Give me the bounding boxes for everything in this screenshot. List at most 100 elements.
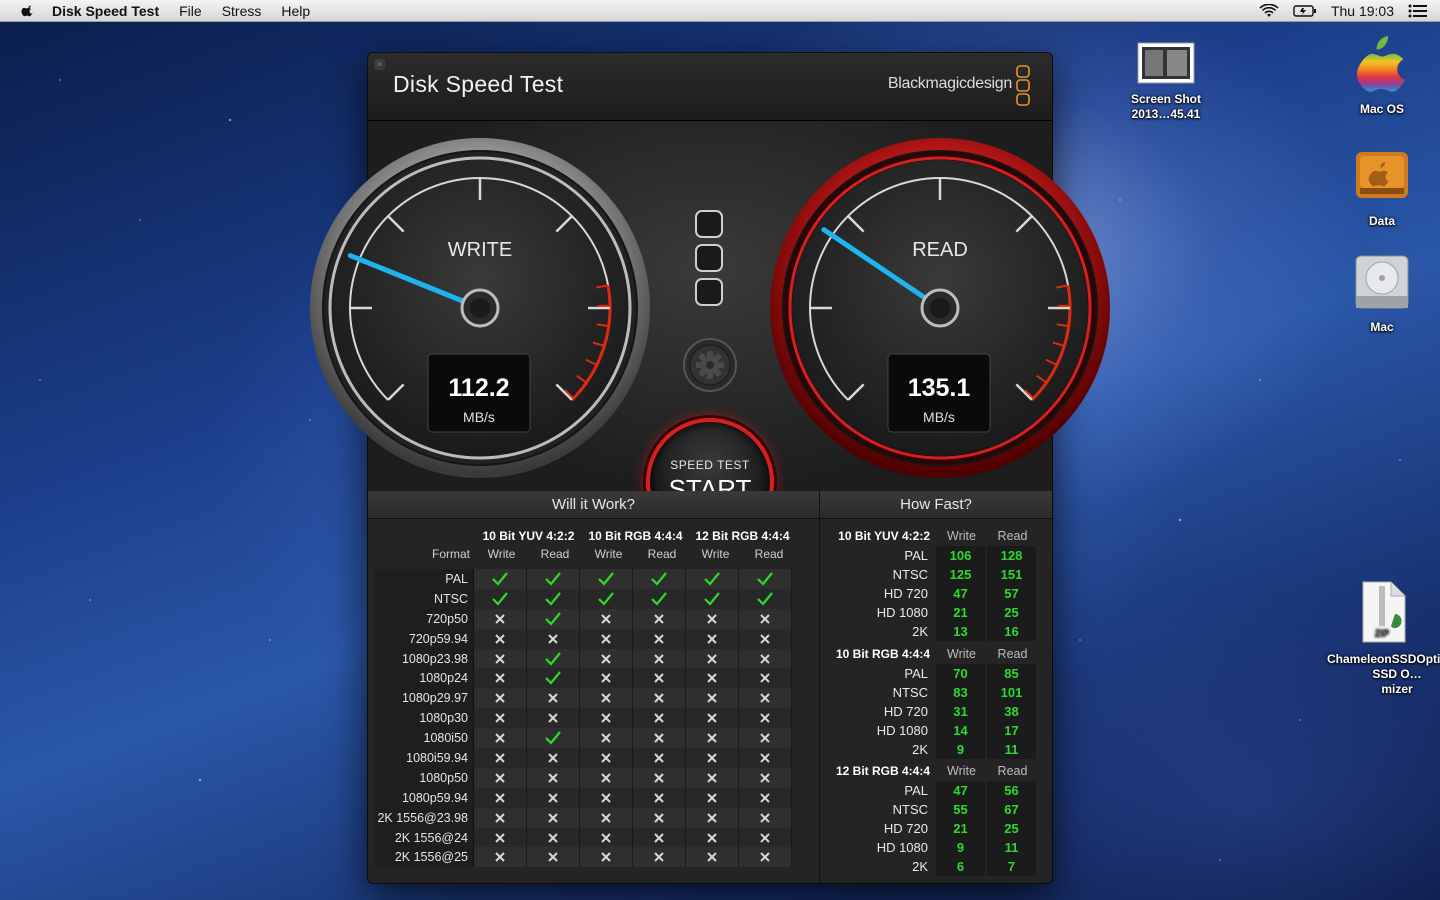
will-it-work-table: PAL NTSC 720p50 720p59.94 1080p23.98 1080p24 1… [374,569,792,868]
cross-icon [633,787,686,808]
menu-stress[interactable]: Stress [222,3,262,19]
format-label: 720p59.94 [374,628,474,649]
cross-icon [686,728,739,749]
close-button[interactable]: × [374,59,385,70]
write-col-header: Write [947,647,976,661]
desktop-icon-mac-os[interactable]: Mac OS [1327,32,1437,117]
gauge-unit: MB/s [923,409,955,425]
drive-selector-icon[interactable] [694,209,724,309]
cross-icon [633,748,686,768]
format-label: 2K [912,742,928,757]
desktop-icon-data[interactable]: Data [1327,146,1437,229]
table-row: PAL 70 85 [826,664,1038,683]
format-label: PAL [904,666,928,681]
desktop-icon-screenshot[interactable]: Screen Shot 2013…45.41 [1111,42,1221,122]
battery-icon[interactable] [1293,4,1317,18]
cross-icon [633,628,686,649]
apple-logo-drive-icon [1356,36,1408,92]
cross-icon [580,628,633,649]
format-label: HD 1080 [876,605,928,620]
table-row: PAL [374,569,792,589]
wifi-icon[interactable] [1259,4,1279,18]
table-row: 1080p24 [374,668,792,689]
cross-icon [686,708,739,729]
cross-icon [580,648,633,669]
check-icon [633,569,686,589]
brand-wordmark: Blackmagicdesign [887,75,1012,92]
cross-icon [474,748,527,768]
settings-gear-icon[interactable] [682,337,738,393]
table-row: NTSC 83 101 [826,683,1038,702]
table-row: NTSC 125 151 [826,565,1038,584]
how-fast-section: 12 Bit RGB 4:4:4 Write Read PAL 47 56 NTSC 55 67… [826,762,1038,876]
read-fps-value: 67 [987,800,1036,819]
menu-file[interactable]: File [179,3,202,19]
format-label: 1080p59.94 [374,787,474,808]
notification-center-icon[interactable] [1408,4,1428,18]
table-row: 1080p59.94 [374,787,792,808]
group-header: 10 Bit RGB 4:4:4 [588,529,683,543]
check-icon [474,588,527,609]
format-label: 1080p29.97 [374,688,474,709]
apple-menu-icon[interactable] [18,3,38,19]
write-gauge: WRITE 112.2 MB/s [310,138,650,478]
format-label: 720p50 [374,608,474,629]
write-col-header: Write [947,529,976,543]
subcol-header: Read [754,547,784,561]
how-fast-section: 10 Bit YUV 4:2:2 Write Read PAL 106 128 NTSC 12… [826,527,1038,641]
cross-icon [739,688,792,709]
table-row: 720p50 [374,608,792,629]
write-col-header: Write [947,764,976,778]
table-row: 1080p29.97 [374,688,792,709]
read-fps-value: 16 [987,622,1036,641]
desktop-icon-label: Mac OS [1359,102,1404,116]
write-fps-value: 9 [936,838,985,857]
cross-icon [580,668,633,689]
subcol-header: Write [594,547,623,561]
format-label: 1080p30 [374,708,474,729]
zip-file-icon: ZIP [1362,581,1406,643]
format-label: 1080p50 [374,767,474,788]
menu-clock[interactable]: Thu 19:03 [1331,3,1394,19]
title-bar: × Disk Speed Test Blackmagicdesign [368,53,1052,121]
group-header: 12 Bit RGB 4:4:4 [695,529,790,543]
cross-icon [527,688,580,709]
cross-icon [739,668,792,689]
cross-icon [474,767,527,788]
cross-icon [633,668,686,689]
table-row: 1080i50 [374,728,792,749]
write-fps-value: 70 [936,664,985,683]
desktop-icon-mac[interactable]: Mac [1327,252,1437,335]
cross-icon [474,688,527,709]
table-row: 2K 1556@25 [374,847,792,868]
table-row: 2K 13 16 [826,622,1038,641]
gauge-label: READ [912,239,968,261]
cross-icon [686,787,739,808]
menu-app-name[interactable]: Disk Speed Test [52,3,159,19]
format-label: 2K 1556@24 [374,827,474,848]
subcol-header: Read [540,547,570,561]
format-label: 1080i59.94 [374,748,474,768]
write-fps-value: 47 [936,781,985,800]
cross-icon [474,847,527,868]
desktop-icon-label: Data [1368,214,1395,228]
check-icon [527,608,580,629]
cross-icon [686,628,739,649]
cross-icon [580,728,633,749]
read-fps-value: 17 [987,721,1036,740]
format-label: NTSC [892,802,928,817]
cross-icon [739,628,792,649]
menu-help[interactable]: Help [281,3,310,19]
cross-icon [739,847,792,868]
write-fps-value: 21 [936,603,985,622]
cross-icon [739,708,792,729]
cross-icon [580,688,633,709]
read-fps-value: 128 [987,546,1036,565]
cross-icon [474,608,527,629]
desktop-icon-zip[interactable]: ZIP ChameleonSSDOptimizer.zip SSD O…mize… [1327,580,1440,697]
table-row: PAL 47 56 [826,781,1038,800]
cross-icon [580,827,633,848]
hard-drive-icon [1355,255,1409,309]
gauge-value: 112.2 [448,374,509,402]
read-fps-value: 56 [987,781,1036,800]
